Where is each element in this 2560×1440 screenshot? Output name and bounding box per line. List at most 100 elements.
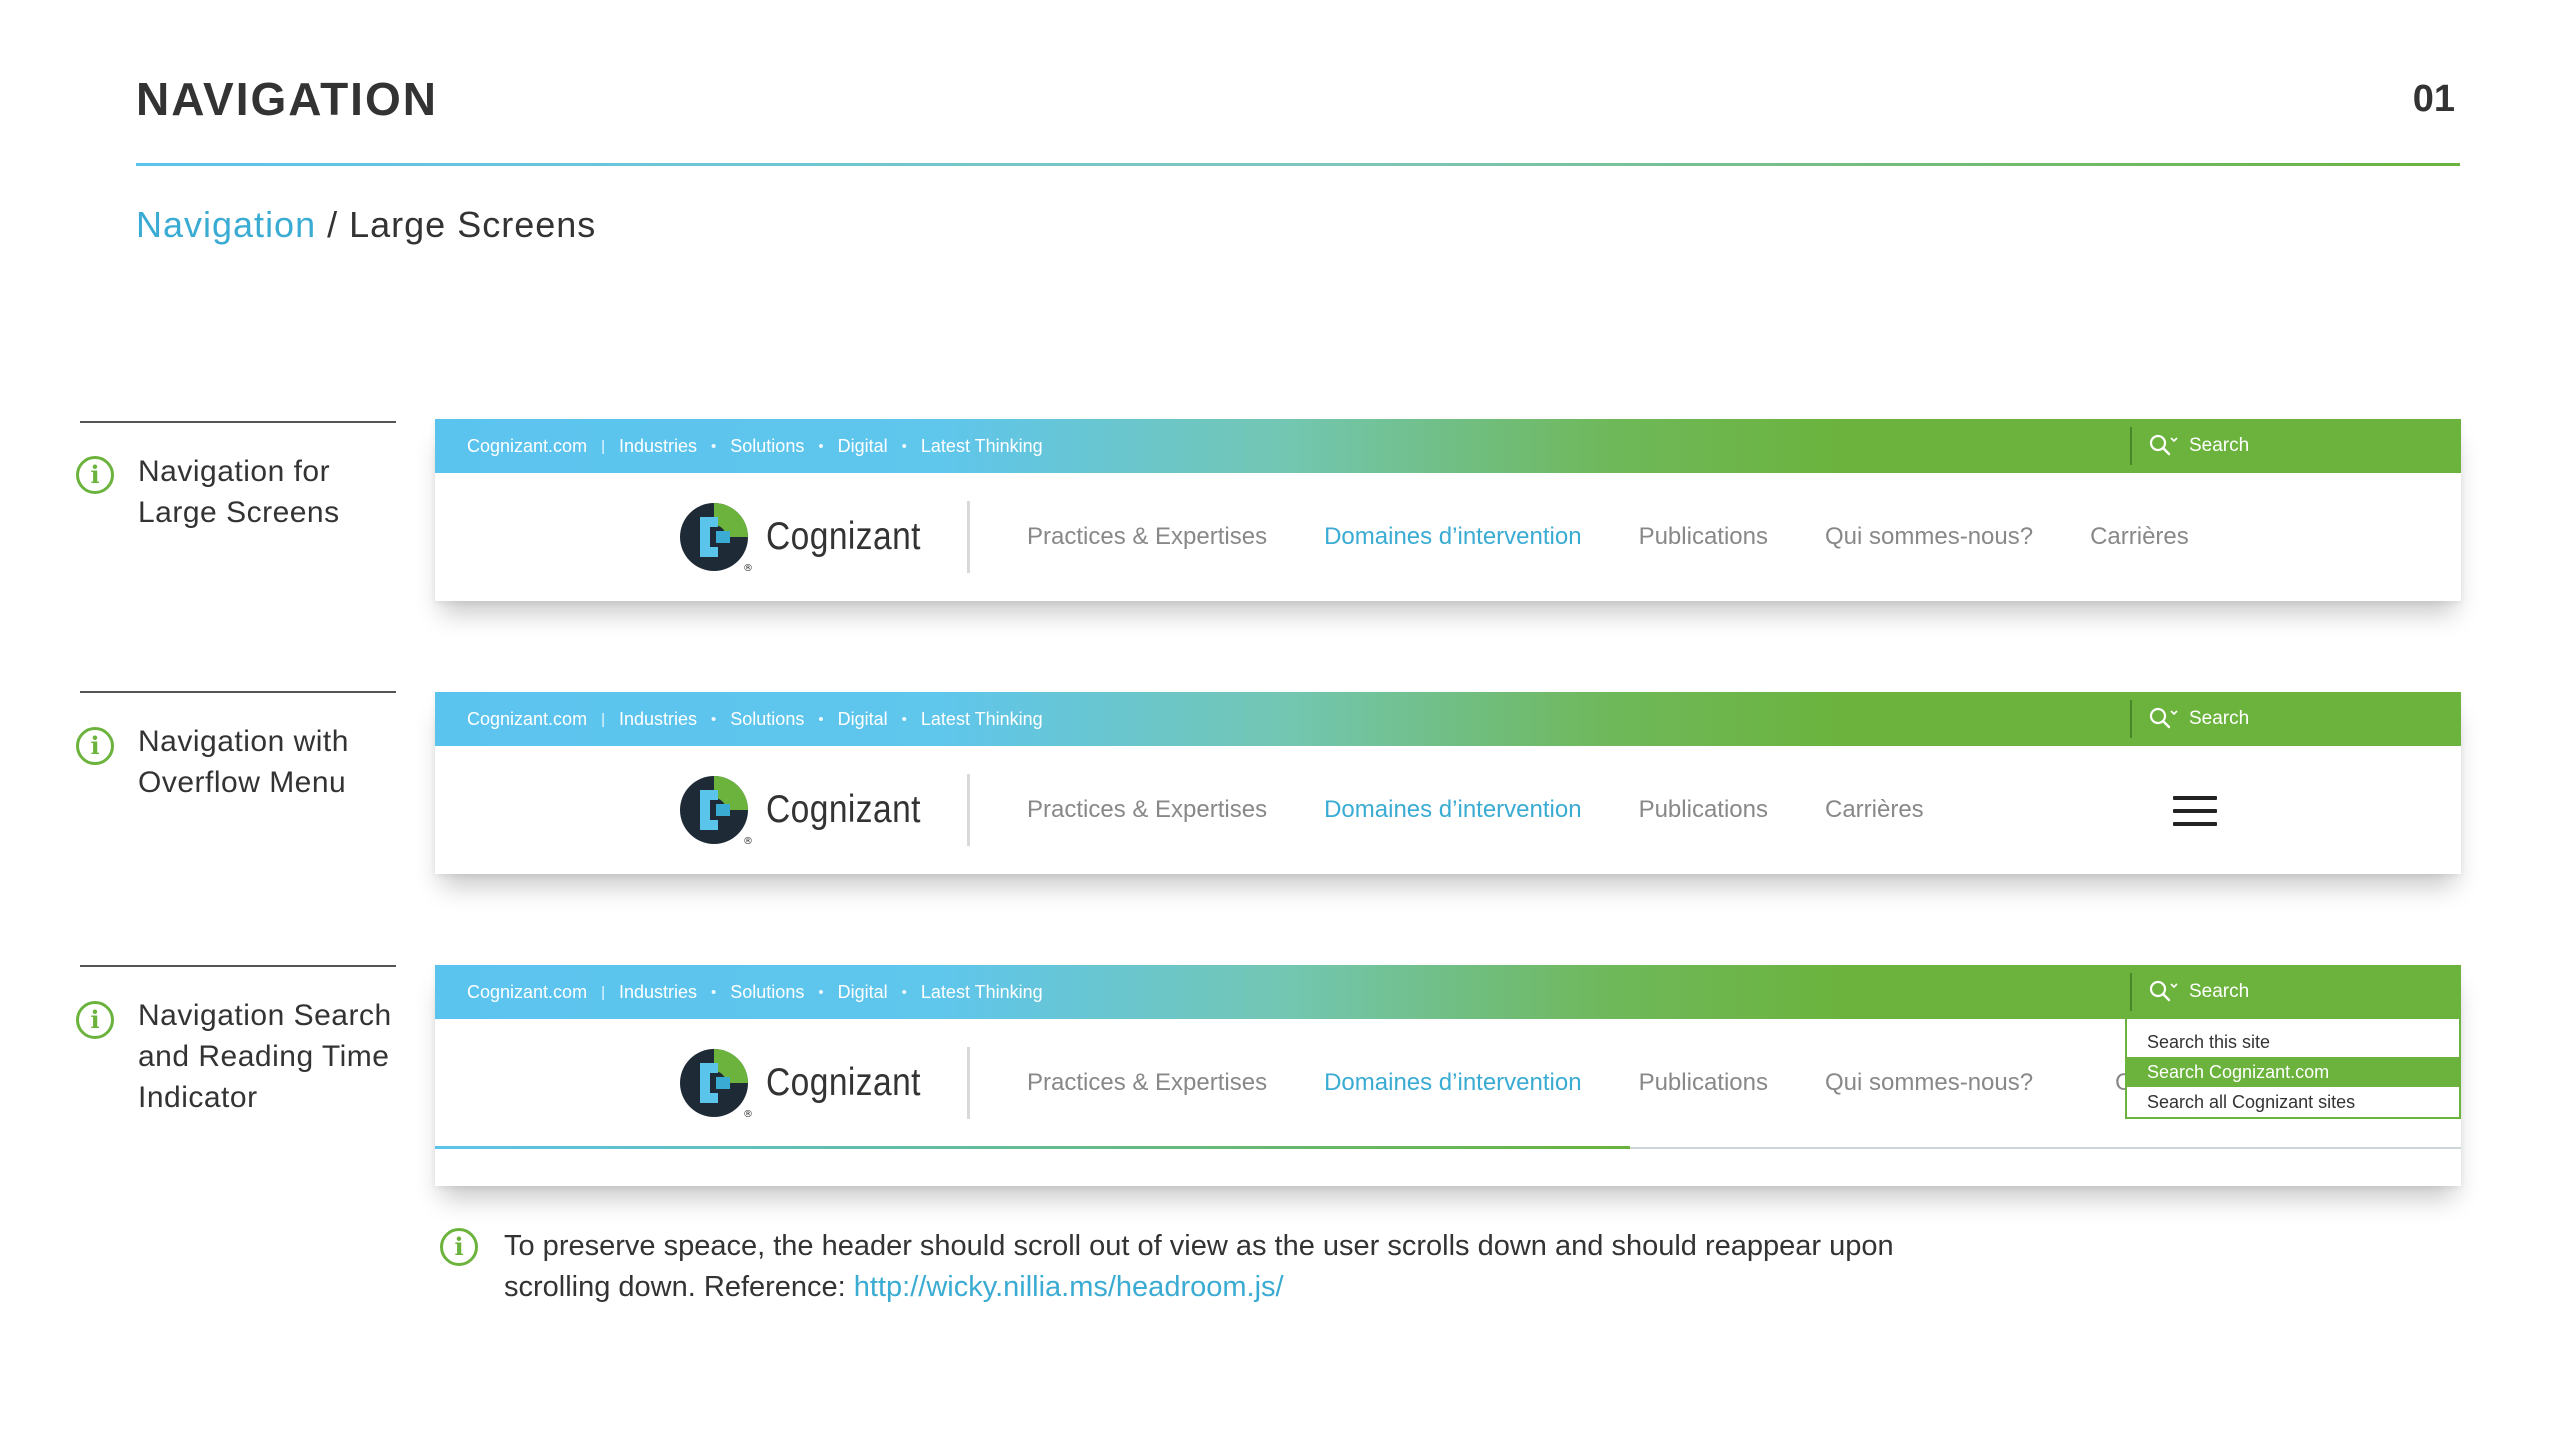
- utility-links: Cognizant.com | Industries • Solutions •…: [467, 692, 1043, 746]
- info-icon: i: [76, 727, 114, 765]
- utility-link-solutions[interactable]: Solutions: [730, 436, 804, 457]
- footnote-reference-link[interactable]: http://wicky.nillia.ms/headroom.js/: [854, 1271, 1284, 1303]
- nav-item-publications[interactable]: Publications: [1639, 523, 1768, 551]
- utility-separator: |: [601, 983, 605, 1001]
- search-button[interactable]: Search: [2149, 965, 2249, 1019]
- logo-text: Cognizant: [766, 515, 921, 558]
- utility-link-solutions[interactable]: Solutions: [730, 982, 804, 1003]
- cognizant-logo-icon: ®: [680, 503, 752, 573]
- search-label: Search: [2189, 435, 2250, 456]
- breadcrumb-link-navigation[interactable]: Navigation: [136, 204, 316, 245]
- utility-separator: •: [818, 710, 824, 728]
- search-button[interactable]: Search: [2149, 692, 2249, 746]
- nav-item-carrieres[interactable]: Carrières: [2090, 523, 2189, 551]
- nav-mockup-overflow-menu: Cognizant.com | Industries • Solutions •…: [435, 692, 2461, 874]
- hamburger-menu-icon[interactable]: [2173, 796, 2217, 826]
- logo-text: Cognizant: [766, 788, 921, 831]
- utility-links: Cognizant.com | Industries • Solutions •…: [467, 965, 1043, 1019]
- caption-large-screens: i Navigation for Large Screens: [76, 421, 396, 529]
- footnote-text: To preserve speace, the header should sc…: [504, 1226, 1904, 1308]
- reading-progress-bar: [435, 1146, 1631, 1149]
- logo-divider: [967, 774, 970, 846]
- utility-separator: •: [901, 437, 907, 455]
- cognizant-logo[interactable]: ® Cognizant: [680, 501, 946, 573]
- nav-item-practices[interactable]: Practices & Expertises: [1027, 796, 1267, 824]
- nav-item-qui-sommes-nous[interactable]: Qui sommes-nous?: [1825, 523, 2033, 551]
- breadcrumb-current: Large Screens: [349, 204, 597, 245]
- registered-mark: ®: [743, 563, 752, 573]
- utility-separator: •: [711, 437, 717, 455]
- utility-link-industries[interactable]: Industries: [619, 982, 697, 1003]
- utility-link-solutions[interactable]: Solutions: [730, 709, 804, 730]
- utility-link-cognizant[interactable]: Cognizant.com: [467, 436, 587, 457]
- cognizant-logo-icon: ®: [680, 1049, 752, 1119]
- utility-link-digital[interactable]: Digital: [838, 436, 888, 457]
- logo-divider: [967, 1047, 970, 1119]
- nav-item-carrieres[interactable]: Carrières: [1825, 796, 1924, 824]
- search-option-this-site[interactable]: Search this site: [2127, 1027, 2459, 1057]
- breadcrumb-separator: /: [316, 204, 350, 245]
- utility-separator: •: [711, 710, 717, 728]
- utility-link-latest-thinking[interactable]: Latest Thinking: [921, 982, 1043, 1003]
- utility-separator: |: [601, 437, 605, 455]
- nav-item-practices[interactable]: Practices & Expertises: [1027, 523, 1267, 551]
- caption-line: Large Screens: [138, 496, 340, 529]
- caption-line: Navigation with: [138, 725, 349, 758]
- utility-link-digital[interactable]: Digital: [838, 709, 888, 730]
- utility-link-latest-thinking[interactable]: Latest Thinking: [921, 709, 1043, 730]
- nav-item-publications[interactable]: Publications: [1639, 796, 1768, 824]
- utility-link-latest-thinking[interactable]: Latest Thinking: [921, 436, 1043, 457]
- primary-nav: Practices & Expertises Domaines d’interv…: [1027, 1019, 2090, 1147]
- breadcrumb: Navigation / Large Screens: [136, 204, 596, 246]
- info-icon: i: [76, 456, 114, 494]
- nav-item-publications[interactable]: Publications: [1639, 1069, 1768, 1097]
- caption-line: and Reading Time: [138, 1040, 390, 1073]
- nav-mockup-search-reading-time: Cognizant.com | Industries • Solutions •…: [435, 965, 2461, 1186]
- utility-bar: Cognizant.com | Industries • Solutions •…: [435, 692, 2461, 746]
- nav-item-domaines[interactable]: Domaines d’intervention: [1324, 796, 1581, 824]
- utility-link-cognizant[interactable]: Cognizant.com: [467, 709, 587, 730]
- search-label: Search: [2189, 981, 2250, 1002]
- search-option-cognizant-com[interactable]: Search Cognizant.com: [2127, 1057, 2459, 1087]
- caption-overflow-menu: i Navigation with Overflow Menu: [76, 691, 396, 799]
- utility-bar: Cognizant.com | Industries • Solutions •…: [435, 965, 2461, 1019]
- caption-line: Navigation Search: [138, 999, 392, 1032]
- nav-item-qui-sommes-nous[interactable]: Qui sommes-nous?: [1825, 1069, 2033, 1097]
- logo-text: Cognizant: [766, 1061, 921, 1104]
- utility-separator: •: [818, 983, 824, 1001]
- utility-links: Cognizant.com | Industries • Solutions •…: [467, 419, 1043, 473]
- main-nav-bar: ® Cognizant Practices & Expertises Domai…: [435, 473, 2461, 601]
- primary-nav: Practices & Expertises Domaines d’interv…: [1027, 473, 2246, 601]
- search-dropdown: Search this site Search Cognizant.com Se…: [2125, 1019, 2461, 1119]
- utility-divider: [2130, 427, 2132, 465]
- nav-item-practices[interactable]: Practices & Expertises: [1027, 1069, 1267, 1097]
- utility-link-industries[interactable]: Industries: [619, 709, 697, 730]
- caption-line: Navigation for: [138, 455, 331, 488]
- info-icon: i: [440, 1228, 478, 1266]
- caption-line: Overflow Menu: [138, 766, 347, 799]
- logo-divider: [967, 501, 970, 573]
- search-icon: [2149, 434, 2178, 456]
- search-icon: [2149, 980, 2178, 1002]
- registered-mark: ®: [743, 1109, 752, 1119]
- registered-mark: ®: [743, 836, 752, 846]
- search-button[interactable]: Search: [2149, 419, 2249, 473]
- utility-separator: •: [901, 710, 907, 728]
- utility-separator: •: [901, 983, 907, 1001]
- nav-mockup-large-screens: Cognizant.com | Industries • Solutions •…: [435, 419, 2461, 601]
- cognizant-logo[interactable]: ® Cognizant: [680, 1047, 946, 1119]
- search-label: Search: [2189, 708, 2250, 729]
- cognizant-logo[interactable]: ® Cognizant: [680, 774, 946, 846]
- search-icon: [2149, 707, 2178, 729]
- page-number: 01: [2412, 78, 2455, 120]
- utility-link-cognizant[interactable]: Cognizant.com: [467, 982, 587, 1003]
- nav-item-domaines[interactable]: Domaines d’intervention: [1324, 523, 1581, 551]
- utility-separator: •: [818, 437, 824, 455]
- utility-separator: |: [601, 710, 605, 728]
- search-option-all-sites[interactable]: Search all Cognizant sites: [2127, 1087, 2459, 1117]
- utility-divider: [2130, 973, 2132, 1011]
- caption-line: Indicator: [138, 1081, 258, 1114]
- nav-item-domaines[interactable]: Domaines d’intervention: [1324, 1069, 1581, 1097]
- utility-link-industries[interactable]: Industries: [619, 436, 697, 457]
- utility-link-digital[interactable]: Digital: [838, 982, 888, 1003]
